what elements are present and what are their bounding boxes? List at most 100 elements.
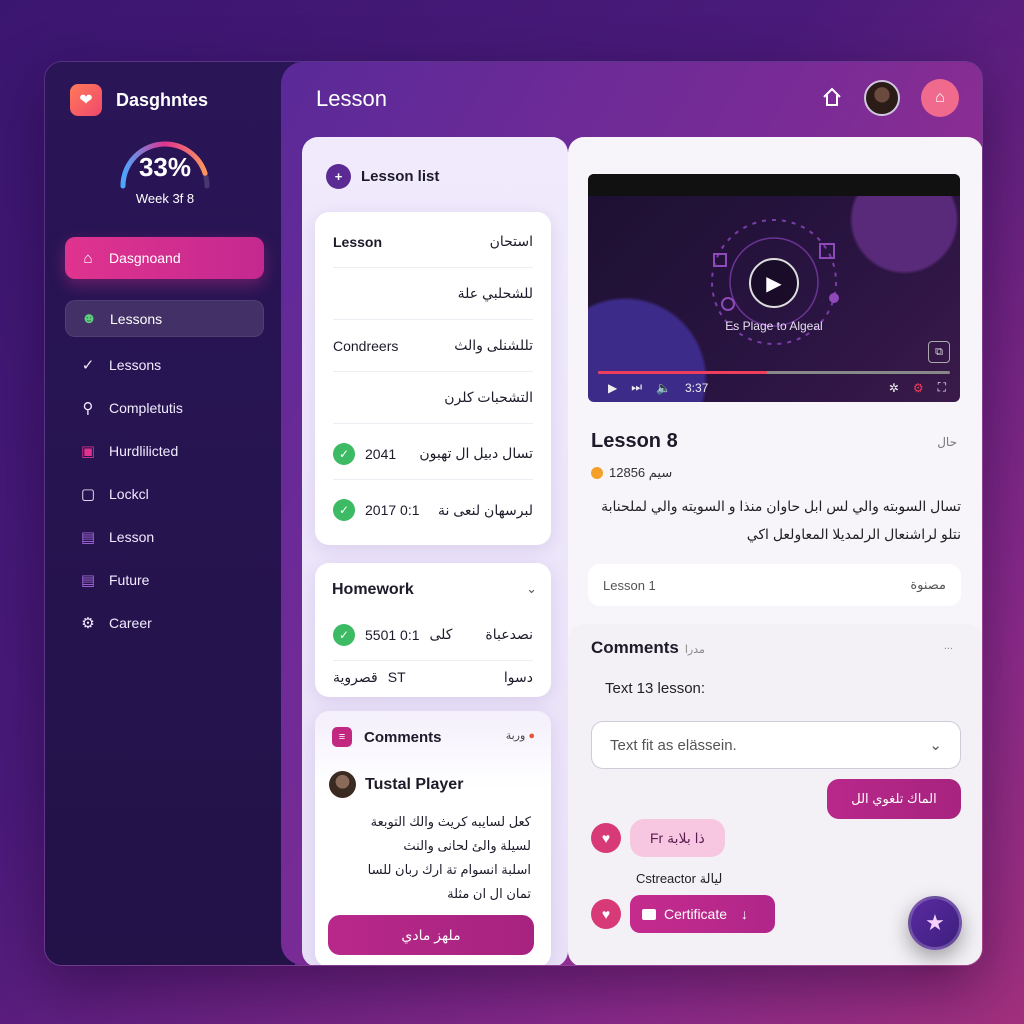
comment-author: Tustal Player <box>329 771 463 798</box>
video-player[interactable]: ▶ Es Plage to Algeal ⧉ ▶ ⏭ 🔈 3:37 ✲ ⚙ ⛶ <box>588 174 960 402</box>
page-title: Lesson <box>316 86 387 111</box>
lesson-list-header: + Lesson list <box>326 164 439 189</box>
lesson-list-card: Lesson استحان للشحلبي علة Condreers تللش… <box>315 212 551 545</box>
lesson-list-panel: + Lesson list Lesson استحان للشحلبي علة … <box>302 137 568 965</box>
list-item[interactable]: Condreers تللشنلى والث <box>333 320 533 372</box>
sidebar-item-highlighted[interactable]: ▣ Hurdlilicted <box>79 436 178 466</box>
row-right: استحان <box>489 233 533 249</box>
lesson-description: تسال السوبته والي لس ابل حاوان منذا و ال… <box>601 498 961 542</box>
avatar <box>329 771 356 798</box>
settings-icon[interactable]: ✲ <box>889 381 899 395</box>
list-item[interactable]: قصروية ST دسوا <box>333 651 533 703</box>
home-button[interactable]: ⌂ <box>921 79 959 117</box>
check-icon: ✓ <box>81 357 95 374</box>
chevron-down-icon: ⌄ <box>929 737 942 754</box>
list-item[interactable]: التشحبات كلرن <box>333 372 533 424</box>
list-item[interactable]: للشحلبي علة <box>333 268 533 320</box>
sidebar-item-locked[interactable]: ▢ Lockcl <box>79 479 149 509</box>
row-left: Lesson <box>333 233 383 250</box>
lesson-detail-panel: ▶ Es Plage to Algeal ⧉ ▶ ⏭ 🔈 3:37 ✲ ⚙ ⛶ … <box>568 137 982 965</box>
sidebar-item-lesson[interactable]: ▤ Lesson <box>79 522 154 552</box>
brand[interactable]: ❤ Dasghntes <box>70 84 208 116</box>
comments-title-text: Comments <box>591 638 679 657</box>
comments-header: ≡ Comments <box>332 727 442 747</box>
home-icon[interactable] <box>821 86 843 108</box>
gear-icon[interactable]: ⚙ <box>913 381 924 395</box>
badge-text: وربة <box>505 730 526 742</box>
list-item[interactable]: Lesson استحان <box>333 216 533 268</box>
heart-icon: ♥ <box>591 899 621 929</box>
comment-body: كعل لسايبه كريث والك التوبعة لسيلة والئ … <box>335 810 531 906</box>
lesson-list-title: Lesson list <box>361 168 440 185</box>
video-progress[interactable] <box>598 371 950 374</box>
download-icon: ↓ <box>741 906 749 922</box>
sidebar-item-label: Lessons <box>109 357 162 373</box>
sidebar-item-label: Hurdlilicted <box>109 443 179 459</box>
homework-title: Homework <box>332 581 414 598</box>
lesson-tag: حال <box>937 435 957 449</box>
row-left: 2041 <box>365 445 397 462</box>
comment-line: اسلبة انسوام تة ارك ربان للسا <box>367 862 531 877</box>
row-left: ST <box>387 669 406 685</box>
fullscreen-icon[interactable]: ⛶ <box>938 380 946 395</box>
certificate-button[interactable]: Certificate ↓ <box>630 895 775 933</box>
comments-title: Comments <box>364 728 442 746</box>
check-circle-icon: ✓ <box>333 442 355 465</box>
send-button[interactable]: الماك تلغوي الل <box>827 779 961 819</box>
next-icon[interactable]: ⏭ <box>631 380 642 395</box>
achievement-fab[interactable]: ★ <box>908 896 962 950</box>
list-item[interactable]: ✓ 2041 تسال دبيل ال تهبون <box>333 428 533 480</box>
star-badge-icon: ★ <box>925 910 945 935</box>
row-right: تللشنلى والث <box>454 337 533 353</box>
row-right: دسوا <box>503 668 533 685</box>
sidebar-item-dashboard[interactable]: ⌂ Dasgnoand <box>65 237 264 279</box>
row-mid: كلى <box>429 626 453 642</box>
sidebar: ❤ Dasghntes 33% Week 3f 8 ⌂ Dasgnoand ☻ … <box>45 62 295 965</box>
row-left: 5501 0:1 <box>365 626 420 643</box>
video-progress-fill <box>598 371 767 374</box>
sidebar-item-future[interactable]: ▤ Future <box>79 565 150 595</box>
instructor-label: Cstreactor ليالة <box>636 871 723 886</box>
certificate-label: Certificate <box>664 906 728 922</box>
progress-gauge: 33% Week 3f 8 <box>115 134 215 206</box>
play-icon[interactable]: ▶ <box>749 258 799 308</box>
sidebar-item-lessons-2[interactable]: ✓ Lessons <box>79 350 161 380</box>
comment-icon: ≡ <box>332 727 352 747</box>
sidebar-item-completed[interactable]: ⚲ Completutis <box>79 393 183 423</box>
video-time: 3:37 <box>685 380 709 395</box>
row-left: 2017 0:1 <box>365 502 420 518</box>
play-small-icon[interactable]: ▶ <box>608 381 617 395</box>
homework-card: Homework ⌄ ✓ 5501 0:1 كلى نصدعباة قصروية ST… <box>315 563 551 697</box>
more-icon[interactable]: ... <box>944 640 953 652</box>
reply-button[interactable]: ملهز مادي <box>328 915 534 955</box>
video-caption: Es Plage to Algeal <box>725 319 823 333</box>
author-name: Tustal Player <box>365 775 464 793</box>
comment-input[interactable]: Text fit as elässein. ⌄ <box>591 721 961 769</box>
comments-subtitle: مدرا <box>684 644 705 656</box>
chevron-down-icon[interactable]: ⌄ <box>526 581 537 597</box>
row-left: Condreers <box>333 337 399 354</box>
sidebar-item-career[interactable]: ⚙ Career <box>79 608 152 638</box>
sidebar-item-lessons[interactable]: ☻ Lessons <box>65 300 264 337</box>
gear-icon: ⚙ <box>81 615 95 632</box>
lesson-section-row[interactable]: Lesson 1 مصنوة <box>588 564 961 606</box>
comment-line: كعل لسايبه كريث والك التوبعة <box>370 814 531 829</box>
row-mid: قصروية <box>333 668 378 685</box>
lock-icon: ▤ <box>80 529 96 546</box>
search-icon: ⚲ <box>82 400 94 417</box>
sidebar-item-label: Career <box>109 615 152 631</box>
row-right: لبرسهان لنعى نة <box>437 501 533 518</box>
list-item[interactable]: ✓ 2017 0:1 لبرسهان لنعى نة <box>333 484 533 536</box>
lock-icon: ▢ <box>80 486 96 503</box>
lesson-meta: 12856 سيم <box>591 465 672 481</box>
avatar[interactable] <box>864 80 900 116</box>
section-right: مصنوة <box>910 577 946 592</box>
certificate-icon <box>642 908 656 920</box>
plus-icon[interactable]: + <box>326 164 351 189</box>
row-right: للشحلبي علة <box>457 285 533 301</box>
pip-icon[interactable]: ⧉ <box>928 341 950 363</box>
section-left: Lesson 1 <box>603 577 656 593</box>
volume-icon[interactable]: 🔈 <box>656 381 671 395</box>
row-right: نصدعباة <box>485 626 533 642</box>
lock-icon: ▤ <box>80 572 96 589</box>
